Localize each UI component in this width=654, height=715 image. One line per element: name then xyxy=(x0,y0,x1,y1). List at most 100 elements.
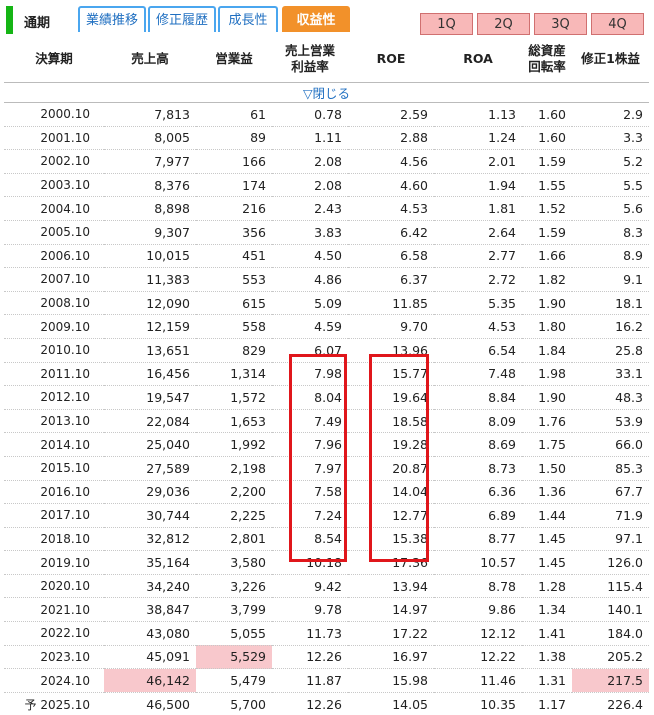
cell-eps: 205.2 xyxy=(572,645,649,670)
cell-period: 2022.10 xyxy=(4,621,104,646)
cell-roe: 4.60 xyxy=(348,173,434,198)
cell-roa: 2.64 xyxy=(434,220,522,245)
cell-turnover: 1.80 xyxy=(522,314,572,339)
cell-period: 2009.10 xyxy=(4,314,104,339)
cell-sales: 10,015 xyxy=(104,244,196,269)
tab-1q[interactable]: 1Q xyxy=(420,13,473,35)
cell-eps: 85.3 xyxy=(572,456,649,481)
cell-eps: 53.9 xyxy=(572,409,649,434)
highlight-box-roe xyxy=(369,354,429,562)
tab-4q[interactable]: 4Q xyxy=(591,13,644,35)
table-row: 2021.10 38,847 3,799 9.78 14.97 9.86 1.34 140.1 xyxy=(4,597,649,623)
cell-period: 2003.10 xyxy=(4,173,104,198)
tab-growth[interactable]: 成長性 xyxy=(218,6,278,32)
cell-sales: 8,376 xyxy=(104,173,196,198)
cell-sales: 27,589 xyxy=(104,456,196,481)
cell-eps: 16.2 xyxy=(572,314,649,339)
cell-roa: 7.48 xyxy=(434,362,522,387)
cell-sales: 38,847 xyxy=(104,597,196,623)
cell-eps: 9.1 xyxy=(572,267,649,292)
tab-annual-label: 通期 xyxy=(24,16,51,31)
tab-3q[interactable]: 3Q xyxy=(534,13,587,35)
cell-op-income: 216 xyxy=(196,196,272,221)
cell-turnover: 1.45 xyxy=(522,527,572,552)
cell-op-margin: 4.59 xyxy=(272,314,348,339)
cell-sales: 8,898 xyxy=(104,196,196,221)
header-eps: 修正1株益 xyxy=(572,36,649,83)
header-op-margin: 売上営業 利益率 xyxy=(272,36,348,83)
cell-op-income: 2,198 xyxy=(196,456,272,481)
tab-2q[interactable]: 2Q xyxy=(477,13,530,35)
table-row: 2006.10 10,015 451 4.50 6.58 2.77 1.66 8.9 xyxy=(4,244,649,269)
cell-turnover: 1.41 xyxy=(522,621,572,646)
cell-period: 2013.10 xyxy=(4,409,104,434)
tab-profitability[interactable]: 収益性 xyxy=(282,6,350,32)
cell-roa: 6.36 xyxy=(434,480,522,505)
collapse-link[interactable]: ▽閉じる xyxy=(4,82,649,103)
cell-period: 2021.10 xyxy=(4,597,104,623)
cell-sales: 45,091 xyxy=(104,645,196,670)
cell-eps: 3.3 xyxy=(572,126,649,151)
cell-turnover: 1.17 xyxy=(538,696,566,712)
cell-op-margin: 4.86 xyxy=(272,267,348,292)
table-row: 2004.10 8,898 216 2.43 4.53 1.81 1.52 5.6 xyxy=(4,196,649,221)
cell-op-income: 174 xyxy=(196,173,272,198)
cell-roe: 4.53 xyxy=(348,196,434,221)
cell-roe: 6.42 xyxy=(348,220,434,245)
cell-roa: 8.69 xyxy=(434,432,522,457)
header-roa: ROA xyxy=(434,36,522,83)
tab-annual[interactable]: 通期 xyxy=(6,6,74,34)
cell-op-income: 2,225 xyxy=(196,503,272,528)
cell-sales: 32,812 xyxy=(104,527,196,552)
cell-roa: 12.22 xyxy=(434,645,522,670)
cell-period: 2008.10 xyxy=(4,291,104,316)
table-row: 2000.10 7,813 61 0.78 2.59 1.13 1.60 2.9 xyxy=(4,102,649,127)
cell-eps: 2.9 xyxy=(572,102,649,127)
header-roe: ROE xyxy=(348,36,434,83)
cell-turnover: 1.36 xyxy=(522,480,572,505)
cell-op-income: 3,226 xyxy=(196,574,272,599)
cell-period: 2014.10 xyxy=(4,432,104,457)
cell-roa: 8.77 xyxy=(434,527,522,552)
cell-op-margin: 3.83 xyxy=(272,220,348,245)
highlight-box-margin xyxy=(289,354,347,562)
cell-eps: 126.0 xyxy=(572,550,649,575)
cell-period: 2000.10 xyxy=(4,102,104,127)
cell-sales: 29,036 xyxy=(104,480,196,505)
header-op-margin-line1: 売上営業 xyxy=(284,43,335,58)
cell-eps: 97.1 xyxy=(572,527,649,552)
cell-op-income: 829 xyxy=(196,338,272,363)
cell-eps: 226.4 xyxy=(607,696,643,712)
cell-period: 2017.10 xyxy=(4,503,104,528)
cell-roe: 11.85 xyxy=(348,291,434,316)
cell-roa: 8.78 xyxy=(434,574,522,599)
cell-period: 2024.10 xyxy=(4,668,104,693)
cell-sales: 12,090 xyxy=(104,291,196,316)
cell-eps: 217.5 xyxy=(572,668,649,693)
cell-period: 2016.10 xyxy=(4,480,104,505)
cell-roa: 10.57 xyxy=(434,550,522,575)
cell-eps: 33.1 xyxy=(572,362,649,387)
cell-op-income: 5,055 xyxy=(196,621,272,646)
cell-roa: 10.35 xyxy=(480,696,516,712)
cell-turnover: 1.76 xyxy=(522,409,572,434)
cell-eps: 25.8 xyxy=(572,338,649,363)
table-row: 2022.10 43,080 5,055 11.73 17.22 12.12 1.41 184… xyxy=(4,621,649,646)
cell-sales: 7,977 xyxy=(104,149,196,174)
cell-roe: 16.97 xyxy=(348,645,434,670)
cell-sales: 7,813 xyxy=(104,102,196,127)
cell-roa: 8.84 xyxy=(434,385,522,410)
tab-revision-history[interactable]: 修正履歴 xyxy=(148,6,216,32)
cell-eps: 8.3 xyxy=(572,220,649,245)
cell-turnover: 1.52 xyxy=(522,196,572,221)
header-turnover-line2: 回転率 xyxy=(528,59,566,74)
cell-sales: 46,142 xyxy=(104,668,196,693)
tab-performance[interactable]: 業績推移 xyxy=(78,6,146,32)
header-period: 決算期 xyxy=(4,36,104,83)
cell-roa: 11.46 xyxy=(434,668,522,693)
cell-sales: 9,307 xyxy=(104,220,196,245)
cell-eps: 67.7 xyxy=(572,480,649,505)
cell-roa: 8.09 xyxy=(434,409,522,434)
cell-period: 2007.10 xyxy=(4,267,104,292)
cell-op-margin: 1.11 xyxy=(272,126,348,151)
